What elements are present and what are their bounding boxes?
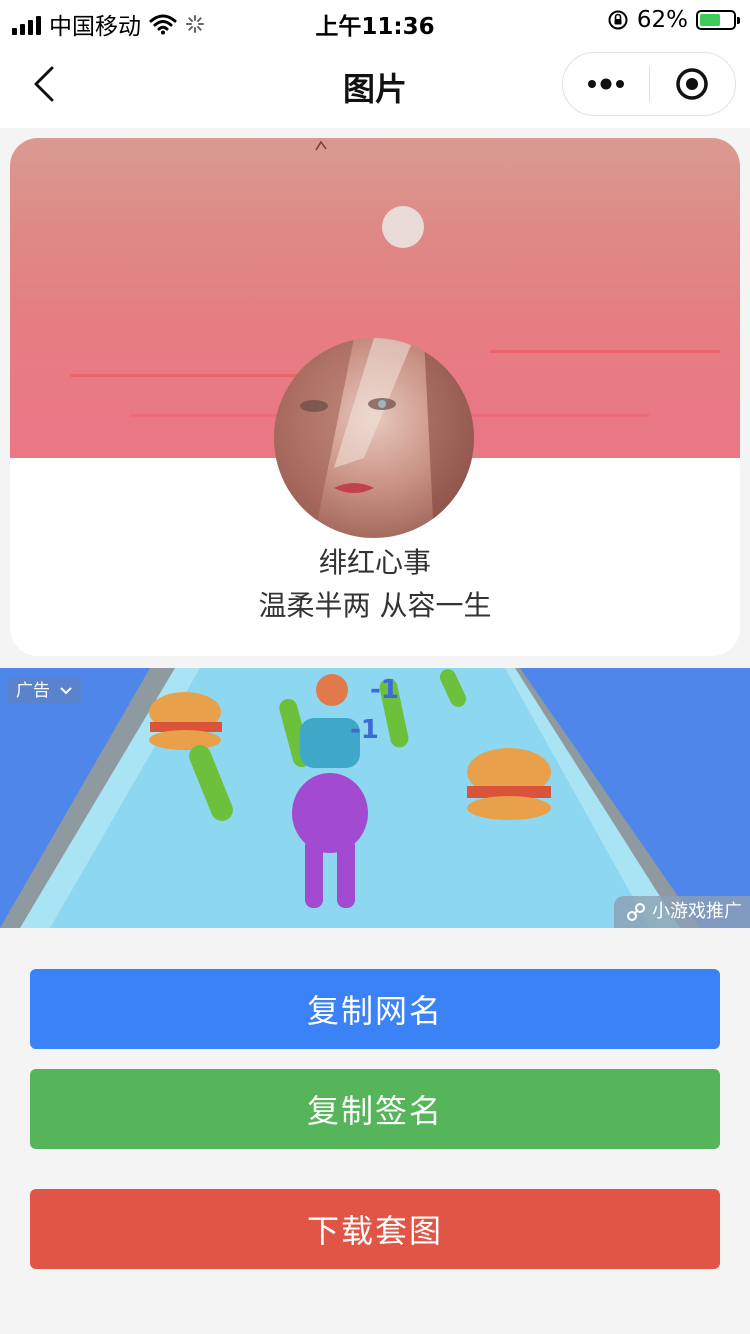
copy-name-button[interactable]: 复制网名 [30, 969, 720, 1049]
svg-text:-1: -1 [370, 675, 399, 705]
svg-text:-1: -1 [350, 715, 379, 745]
burger-shape [149, 692, 222, 750]
nav-bar: 图片 [0, 42, 750, 128]
ad-banner[interactable]: -1 -1 广告 小游戏推广 [0, 668, 750, 928]
close-mini-program-icon [676, 68, 708, 100]
battery-percent: 62% [636, 7, 688, 33]
nickname: 绯红心事 [318, 546, 431, 579]
download-set-button[interactable]: 下载套图 [30, 1189, 720, 1269]
avatar-portrait [274, 338, 474, 538]
mini-program-capsule [562, 52, 736, 116]
profile-card: 绯红心事 温柔半两 从容一生 [10, 138, 740, 656]
link-icon [627, 903, 645, 921]
status-bar: 中国移动 上午11:36 62% [0, 0, 750, 42]
chevron-down-icon [60, 687, 73, 695]
copy-signature-button[interactable]: 复制签名 [30, 1069, 720, 1149]
ad-label[interactable]: 广告 [8, 678, 82, 704]
moon-shape [382, 206, 424, 248]
signature: 温柔半两 从容一生 [258, 589, 492, 622]
more-button[interactable] [563, 53, 649, 115]
more-icon [587, 78, 624, 90]
burger-shape [467, 748, 551, 820]
close-mini-program-button[interactable] [650, 53, 736, 115]
avatar[interactable] [274, 338, 474, 538]
ad-game-scene: -1 -1 [0, 668, 700, 928]
bird-icon [315, 140, 327, 151]
ad-source[interactable]: 小游戏推广 [614, 896, 750, 928]
rotation-lock-icon [608, 10, 628, 30]
battery-icon [696, 10, 740, 30]
